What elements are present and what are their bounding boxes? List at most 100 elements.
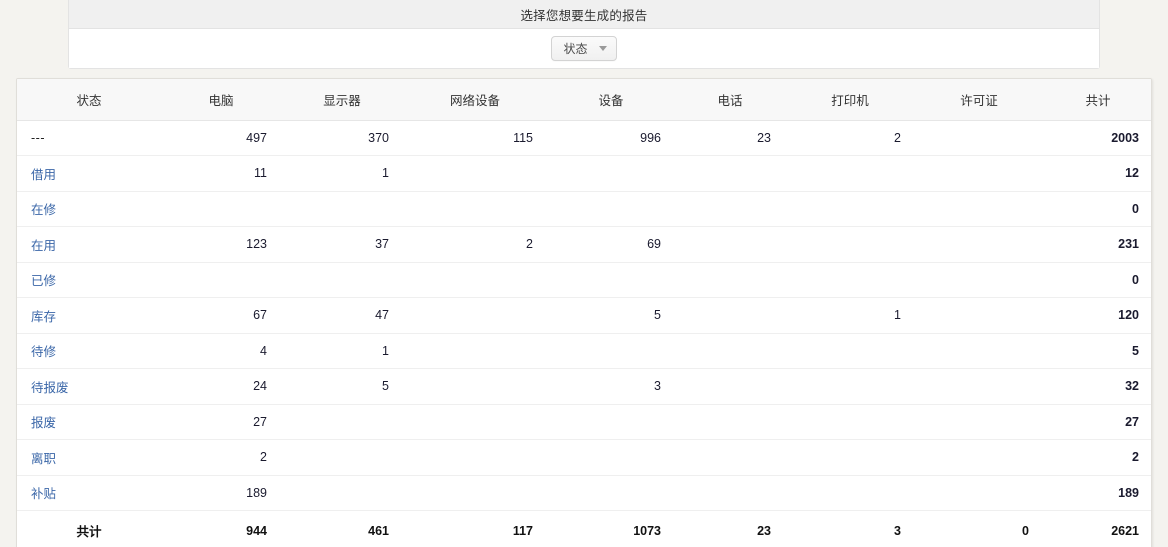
- column-header-network-gear[interactable]: 网络设备: [403, 79, 547, 121]
- cell-total: 0: [1043, 262, 1151, 298]
- cell-phone: 23: [675, 120, 785, 156]
- table-body: --- 497 370 115 996 23 2 2003 借用 11 1 12 在修 0 在用 123 37 2…: [17, 120, 1151, 511]
- report-table: 状态 电脑 显示器 网络设备 设备 电话 打印机 许可证 共计 --- 497 37…: [17, 79, 1151, 547]
- cell-license: [915, 439, 1043, 476]
- column-header-device[interactable]: 设备: [547, 79, 675, 121]
- table-row: --- 497 370 115 996 23 2 2003: [17, 120, 1151, 156]
- footer-device: 1073: [547, 510, 675, 547]
- status-link[interactable]: 借用: [31, 168, 56, 182]
- cell-status: 补贴: [17, 475, 161, 511]
- cell-printer: [785, 262, 915, 298]
- column-header-phone[interactable]: 电话: [675, 79, 785, 121]
- table-row: 离职 2 2: [17, 439, 1151, 476]
- cell-device: [547, 475, 675, 511]
- cell-computer: 67: [161, 297, 281, 334]
- cell-network-gear: 115: [403, 120, 547, 156]
- footer-computer: 944: [161, 510, 281, 547]
- cell-license: [915, 333, 1043, 369]
- footer-label: 共计: [17, 510, 161, 547]
- cell-phone: [675, 333, 785, 369]
- cell-device: 996: [547, 120, 675, 156]
- cell-network-gear: [403, 333, 547, 369]
- cell-status: 待报废: [17, 368, 161, 405]
- status-link[interactable]: 库存: [31, 310, 56, 324]
- cell-device: 3: [547, 368, 675, 405]
- cell-monitor: 37: [281, 226, 403, 263]
- cell-computer: 2: [161, 439, 281, 476]
- cell-device: [547, 404, 675, 440]
- cell-printer: [785, 155, 915, 192]
- cell-total: 2: [1043, 439, 1151, 476]
- table-row: 借用 11 1 12: [17, 155, 1151, 192]
- cell-device: [547, 333, 675, 369]
- cell-printer: [785, 368, 915, 405]
- cell-network-gear: [403, 404, 547, 440]
- cell-monitor: 370: [281, 120, 403, 156]
- footer-network-gear: 117: [403, 510, 547, 547]
- footer-printer: 3: [785, 510, 915, 547]
- cell-phone: [675, 297, 785, 334]
- report-selector-heading: 选择您想要生成的报告: [69, 0, 1099, 29]
- table-footer: 共计 944 461 117 1073 23 3 0 2621: [17, 510, 1151, 547]
- cell-monitor: [281, 475, 403, 511]
- cell-monitor: 5: [281, 368, 403, 405]
- cell-network-gear: [403, 191, 547, 227]
- cell-printer: [785, 191, 915, 227]
- cell-status: ---: [17, 120, 161, 156]
- cell-network-gear: [403, 262, 547, 298]
- report-table-panel: 状态 电脑 显示器 网络设备 设备 电话 打印机 许可证 共计 --- 497 37…: [16, 78, 1152, 547]
- cell-computer: 27: [161, 404, 281, 440]
- cell-total: 32: [1043, 368, 1151, 405]
- report-selector-panel: 选择您想要生成的报告 状态: [68, 0, 1100, 69]
- cell-license: [915, 368, 1043, 405]
- cell-monitor: 1: [281, 333, 403, 369]
- status-link[interactable]: 已修: [31, 274, 56, 288]
- cell-device: [547, 262, 675, 298]
- cell-network-gear: [403, 475, 547, 511]
- cell-monitor: [281, 439, 403, 476]
- column-header-total[interactable]: 共计: [1043, 79, 1151, 121]
- status-link[interactable]: 在用: [31, 239, 56, 253]
- cell-device: [547, 439, 675, 476]
- footer-license: 0: [915, 510, 1043, 547]
- cell-phone: [675, 439, 785, 476]
- cell-monitor: 47: [281, 297, 403, 334]
- column-header-license[interactable]: 许可证: [915, 79, 1043, 121]
- cell-printer: [785, 333, 915, 369]
- column-header-status[interactable]: 状态: [17, 79, 161, 121]
- cell-phone: [675, 191, 785, 227]
- cell-computer: 123: [161, 226, 281, 263]
- report-type-dropdown[interactable]: 状态: [551, 36, 617, 61]
- column-header-computer[interactable]: 电脑: [161, 79, 281, 121]
- status-link[interactable]: 报废: [31, 416, 56, 430]
- cell-phone: [675, 368, 785, 405]
- cell-computer: [161, 191, 281, 227]
- cell-total: 231: [1043, 226, 1151, 263]
- cell-status: 离职: [17, 439, 161, 476]
- status-link[interactable]: 补贴: [31, 487, 56, 501]
- status-link[interactable]: 待报废: [31, 381, 69, 395]
- cell-printer: [785, 475, 915, 511]
- report-type-dropdown-label: 状态: [563, 42, 588, 56]
- cell-computer: 189: [161, 475, 281, 511]
- cell-total: 2003: [1043, 120, 1151, 156]
- cell-status: 已修: [17, 262, 161, 298]
- cell-device: [547, 191, 675, 227]
- cell-status: 库存: [17, 297, 161, 334]
- cell-phone: [675, 226, 785, 263]
- table-row: 在用 123 37 2 69 231: [17, 226, 1151, 263]
- cell-computer: 11: [161, 155, 281, 192]
- table-row: 库存 67 47 5 1 120: [17, 297, 1151, 334]
- cell-total: 27: [1043, 404, 1151, 440]
- cell-phone: [675, 404, 785, 440]
- status-link[interactable]: 在修: [31, 203, 56, 217]
- column-header-monitor[interactable]: 显示器: [281, 79, 403, 121]
- status-link[interactable]: 离职: [31, 452, 56, 466]
- column-header-printer[interactable]: 打印机: [785, 79, 915, 121]
- footer-total: 2621: [1043, 510, 1151, 547]
- cell-computer: 24: [161, 368, 281, 405]
- cell-total: 12: [1043, 155, 1151, 192]
- status-link[interactable]: 待修: [31, 345, 56, 359]
- footer-phone: 23: [675, 510, 785, 547]
- cell-phone: [675, 475, 785, 511]
